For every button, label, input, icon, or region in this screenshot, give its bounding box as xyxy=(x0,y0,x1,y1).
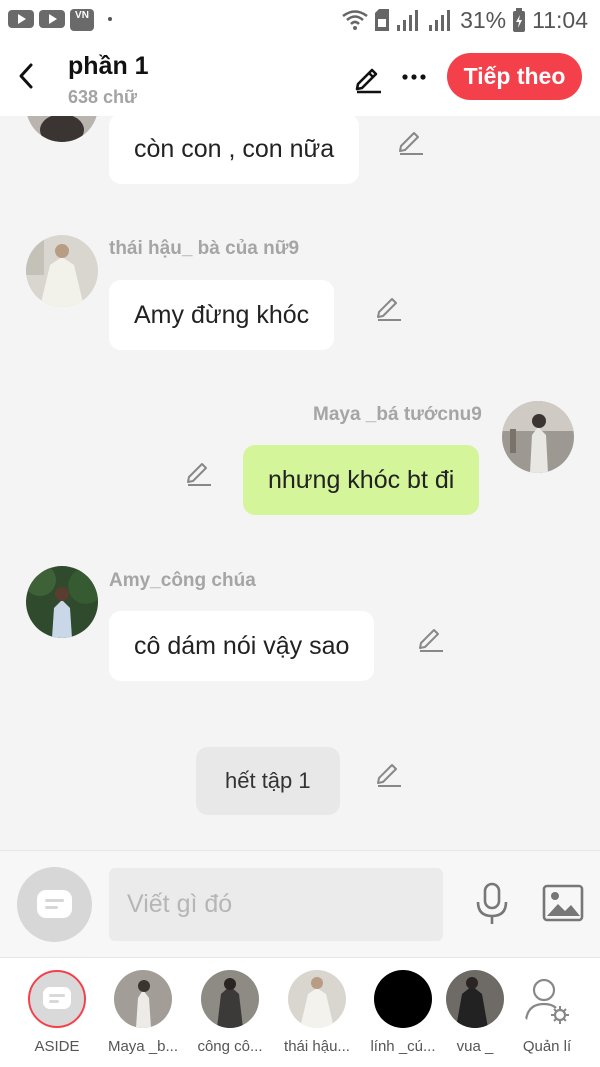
character-label: thái hậu... xyxy=(284,1038,350,1055)
character-cong-co[interactable]: công cô... xyxy=(186,958,274,1067)
battery-icon xyxy=(512,8,526,32)
character-label: công cô... xyxy=(197,1038,263,1055)
chat-area[interactable]: còn con , con nữa thái hậu_ bà của nữ9 A… xyxy=(0,116,600,850)
avatar xyxy=(446,970,504,1028)
manage-characters-button[interactable]: Quản lí xyxy=(503,958,591,1067)
avatar[interactable] xyxy=(26,235,98,307)
avatar[interactable] xyxy=(502,401,574,473)
more-options-icon[interactable] xyxy=(400,62,430,92)
edit-message-icon[interactable] xyxy=(396,126,426,156)
back-button[interactable] xyxy=(12,58,42,94)
character-label: Maya _b... xyxy=(107,1038,179,1055)
character-maya[interactable]: Maya _b... xyxy=(99,958,187,1067)
next-button[interactable]: Tiếp theo xyxy=(447,53,582,100)
wifi-icon xyxy=(342,9,368,31)
sender-name: Maya _bá tướcnu9 xyxy=(313,404,482,425)
character-bar: ASIDE Maya _b... công cô... thái hậu... … xyxy=(0,958,600,1067)
clock: 11:04 xyxy=(532,6,588,33)
status-bar: VN 31% 11:04 xyxy=(0,0,600,40)
avatar xyxy=(288,970,346,1028)
character-label: Quản lí xyxy=(522,1038,572,1055)
battery-percent: 31% xyxy=(460,6,507,33)
sender-name: Amy_công chúa xyxy=(109,570,256,591)
header: phần 1 638 chữ Tiếp theo xyxy=(0,40,600,116)
signal-icon xyxy=(396,9,422,31)
narration-bubble[interactable]: hết tập 1 xyxy=(196,747,340,815)
microphone-icon[interactable] xyxy=(474,882,510,926)
character-label: ASIDE xyxy=(34,1038,80,1055)
edit-message-icon[interactable] xyxy=(184,457,214,487)
word-count: 638 chữ xyxy=(68,87,138,107)
signal-icon xyxy=(428,9,454,31)
aside-avatar-button[interactable] xyxy=(17,867,92,942)
user-settings-icon xyxy=(518,970,576,1028)
composer xyxy=(0,850,600,958)
sim-icon xyxy=(374,9,390,31)
avatar xyxy=(201,970,259,1028)
message-input[interactable] xyxy=(109,868,443,941)
edit-message-icon[interactable] xyxy=(374,292,404,322)
edit-message-icon[interactable] xyxy=(374,758,404,788)
sender-name: thái hậu_ bà của nữ9 xyxy=(109,238,300,259)
youtube-icon xyxy=(8,10,34,28)
character-aside[interactable]: ASIDE xyxy=(13,958,101,1067)
message-bubble[interactable]: còn con , con nữa xyxy=(109,116,360,184)
youtube-icon xyxy=(39,10,65,28)
avatar[interactable] xyxy=(26,566,98,638)
avatar[interactable] xyxy=(26,116,98,142)
aside-icon xyxy=(28,970,86,1028)
message-bubble[interactable]: Amy đừng khóc xyxy=(109,280,335,350)
my-message-bubble[interactable]: nhưng khóc bt đi xyxy=(243,445,480,515)
avatar xyxy=(374,970,432,1028)
page-title: phần 1 xyxy=(68,52,149,80)
edit-message-icon[interactable] xyxy=(416,623,446,653)
avatar xyxy=(114,970,172,1028)
edit-icon[interactable] xyxy=(352,62,384,94)
notification-dot-icon xyxy=(108,17,112,21)
character-thai-hau[interactable]: thái hậu... xyxy=(273,958,361,1067)
vn-news-icon: VN xyxy=(70,9,94,31)
message-bubble[interactable]: cô dám nói vậy sao xyxy=(109,611,375,681)
image-icon[interactable] xyxy=(542,884,584,922)
